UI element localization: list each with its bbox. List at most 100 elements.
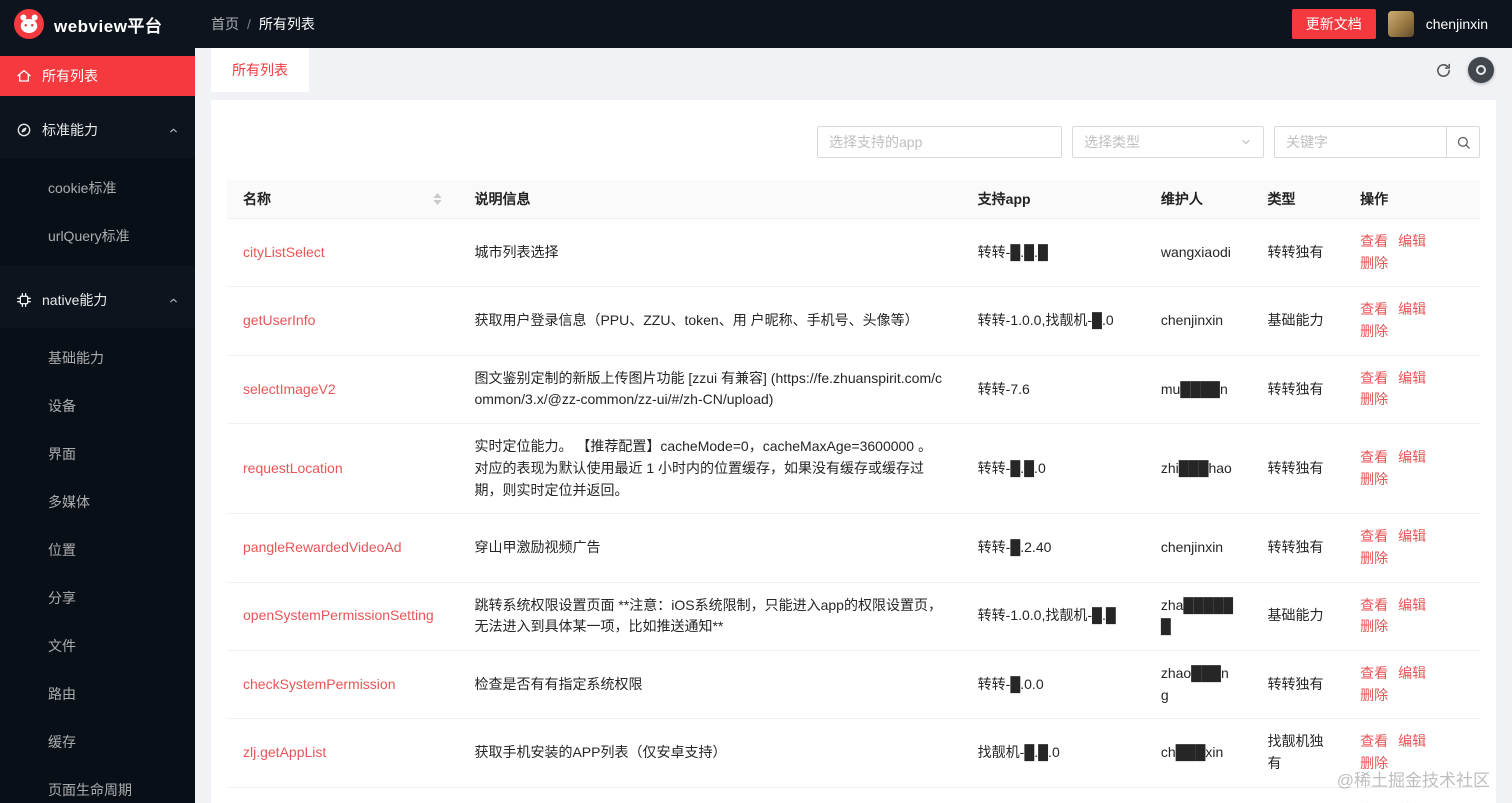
- maintainer: ch███xin: [1144, 718, 1252, 788]
- sort-control[interactable]: [433, 193, 443, 205]
- cell-name: pangleRewardedVideoAd: [227, 513, 459, 583]
- view-link[interactable]: 查看: [1360, 528, 1388, 544]
- ability-name-link[interactable]: requestLocation: [243, 460, 343, 476]
- settings-float-button[interactable]: [1468, 57, 1494, 83]
- sidebar-item-device[interactable]: 设备: [0, 386, 195, 426]
- list-card: 选择类型: [211, 100, 1496, 803]
- type-select[interactable]: 选择类型: [1072, 126, 1264, 158]
- ability-desc: 通讯录: [458, 787, 962, 803]
- column-header-maintainer: 维护人: [1144, 180, 1252, 219]
- delete-link[interactable]: 删除: [1360, 687, 1388, 703]
- edit-link[interactable]: 编辑: [1398, 528, 1426, 544]
- ability-desc: 获取用户登录信息（PPU、ZZU、token、用 户昵称、手机号、头像等）: [458, 286, 962, 356]
- maintainer: wangxiaodi: [1144, 218, 1252, 288]
- supported-apps: 转转-█.█.█: [961, 218, 1145, 288]
- cell-operations: 查看编辑删除: [1344, 355, 1480, 425]
- ability-name-link[interactable]: openSystemPermissionSetting: [243, 607, 434, 623]
- app-filter-input[interactable]: [817, 126, 1062, 158]
- sidebar-item-share[interactable]: 分享: [0, 578, 195, 618]
- keyword-input[interactable]: [1274, 126, 1446, 158]
- refresh-button[interactable]: [1435, 62, 1452, 79]
- edit-link[interactable]: 编辑: [1398, 665, 1426, 681]
- sidebar-item-label: 位置: [48, 542, 76, 558]
- sidebar-item-location[interactable]: 位置: [0, 530, 195, 570]
- cell-operations: 查看编辑删除: [1344, 718, 1480, 788]
- update-doc-button[interactable]: 更新文档: [1291, 9, 1376, 39]
- view-link[interactable]: 查看: [1360, 301, 1388, 317]
- sidebar-item-label: 基础能力: [48, 350, 104, 366]
- sidebar-item-label: urlQuery标准: [48, 228, 130, 244]
- sidebar-item-basic-ability[interactable]: 基础能力: [0, 338, 195, 378]
- cell-name: zlj.getAppList: [227, 718, 459, 788]
- avatar[interactable]: [1387, 11, 1414, 37]
- table-row: openSystemPermissionSetting 跳转系统权限设置页面 **…: [227, 582, 1480, 651]
- ability-name-link[interactable]: getUserInfo: [243, 312, 315, 328]
- ability-type: 转转独有: [1251, 650, 1345, 720]
- edit-link[interactable]: 编辑: [1398, 597, 1426, 613]
- supported-apps: 转转-█.█.0: [961, 423, 1145, 515]
- ability-type: 基础能力: [1251, 286, 1345, 356]
- ability-desc: 城市列表选择: [458, 218, 962, 288]
- ability-desc: 实时定位能力。 【推荐配置】cacheMode=0，cacheMaxAge=36…: [458, 423, 962, 515]
- edit-link[interactable]: 编辑: [1398, 233, 1426, 249]
- sidebar-item-label: 路由: [48, 686, 76, 702]
- delete-link[interactable]: 删除: [1360, 391, 1388, 407]
- column-label: 说明信息: [474, 191, 531, 207]
- ability-name-link[interactable]: checkSystemPermission: [243, 676, 396, 692]
- view-link[interactable]: 查看: [1360, 597, 1388, 613]
- ability-desc: 跳转系统权限设置页面 **注意：iOS系统限制，只能进入app的权限设置页，无法…: [458, 582, 962, 651]
- cell-name: openSystemPermissionSetting: [227, 582, 459, 651]
- sidebar-item-standard-ability[interactable]: 标准能力: [0, 110, 195, 150]
- view-link[interactable]: 查看: [1360, 665, 1388, 681]
- search-icon: [1456, 135, 1471, 150]
- sidebar-item-page-lifecycle[interactable]: 页面生命周期: [0, 770, 195, 803]
- delete-link[interactable]: 删除: [1360, 550, 1388, 566]
- sidebar-item-multimedia[interactable]: 多媒体: [0, 482, 195, 522]
- table-row: checkSystemPermission 检查是否有有指定系统权限 转转-█.0.…: [227, 650, 1480, 720]
- search-button[interactable]: [1446, 126, 1480, 158]
- edit-link[interactable]: 编辑: [1398, 449, 1426, 465]
- column-header-app: 支持app: [961, 180, 1145, 219]
- view-link[interactable]: 查看: [1360, 449, 1388, 465]
- sidebar-item-ui[interactable]: 界面: [0, 434, 195, 474]
- ability-name-link[interactable]: cityListSelect: [243, 244, 325, 260]
- edit-link[interactable]: 编辑: [1398, 370, 1426, 386]
- edit-link[interactable]: 编辑: [1398, 301, 1426, 317]
- view-link[interactable]: 查看: [1360, 370, 1388, 386]
- tab-all-list[interactable]: 所有列表: [211, 48, 309, 92]
- maintainer: chenjinxin: [1144, 513, 1252, 583]
- home-icon: [16, 68, 32, 84]
- sidebar-item-cache[interactable]: 缓存: [0, 722, 195, 762]
- cell-operations: 查看编辑删除: [1344, 650, 1480, 720]
- breadcrumb-home[interactable]: 首页: [211, 14, 239, 34]
- sidebar-item-cookie-standard[interactable]: cookie标准: [0, 168, 195, 208]
- table-row: requestLocation 实时定位能力。 【推荐配置】cacheMode=0…: [227, 423, 1480, 515]
- delete-link[interactable]: 删除: [1360, 323, 1388, 339]
- settings-icon: [1476, 65, 1486, 75]
- table-header-row: 名称 说明信息 支持app 维护人 类型 操作: [227, 180, 1480, 219]
- delete-link[interactable]: 删除: [1360, 755, 1388, 771]
- table-row: cityListSelect 城市列表选择 转转-█.█.█ wangxiaodi 转转…: [227, 218, 1480, 288]
- supported-apps: 转转-█.█.9: [961, 787, 1145, 803]
- sidebar-item-all-list[interactable]: 所有列表: [0, 56, 195, 96]
- username[interactable]: chenjinxin: [1426, 16, 1488, 32]
- delete-link[interactable]: 删除: [1360, 618, 1388, 634]
- sidebar-item-route[interactable]: 路由: [0, 674, 195, 714]
- cell-name: requestLocation: [227, 423, 459, 515]
- sidebar-item-urlquery-standard[interactable]: urlQuery标准: [0, 216, 195, 256]
- view-link[interactable]: 查看: [1360, 233, 1388, 249]
- view-link[interactable]: 查看: [1360, 733, 1388, 749]
- delete-link[interactable]: 删除: [1360, 471, 1388, 487]
- chevron-up-icon: [168, 295, 179, 306]
- cell-operations: 查看编辑删除: [1344, 286, 1480, 356]
- ability-name-link[interactable]: zlj.getAppList: [243, 744, 326, 760]
- column-header-name[interactable]: 名称: [227, 180, 459, 219]
- edit-link[interactable]: 编辑: [1398, 733, 1426, 749]
- sidebar-item-file[interactable]: 文件: [0, 626, 195, 666]
- maintainer: chenjinxin: [1144, 787, 1252, 803]
- sidebar-item-native-ability[interactable]: native能力: [0, 280, 195, 320]
- ability-name-link[interactable]: selectImageV2: [243, 381, 336, 397]
- sidebar-item-label: 页面生命周期: [48, 782, 132, 798]
- ability-name-link[interactable]: pangleRewardedVideoAd: [243, 539, 402, 555]
- delete-link[interactable]: 删除: [1360, 255, 1388, 271]
